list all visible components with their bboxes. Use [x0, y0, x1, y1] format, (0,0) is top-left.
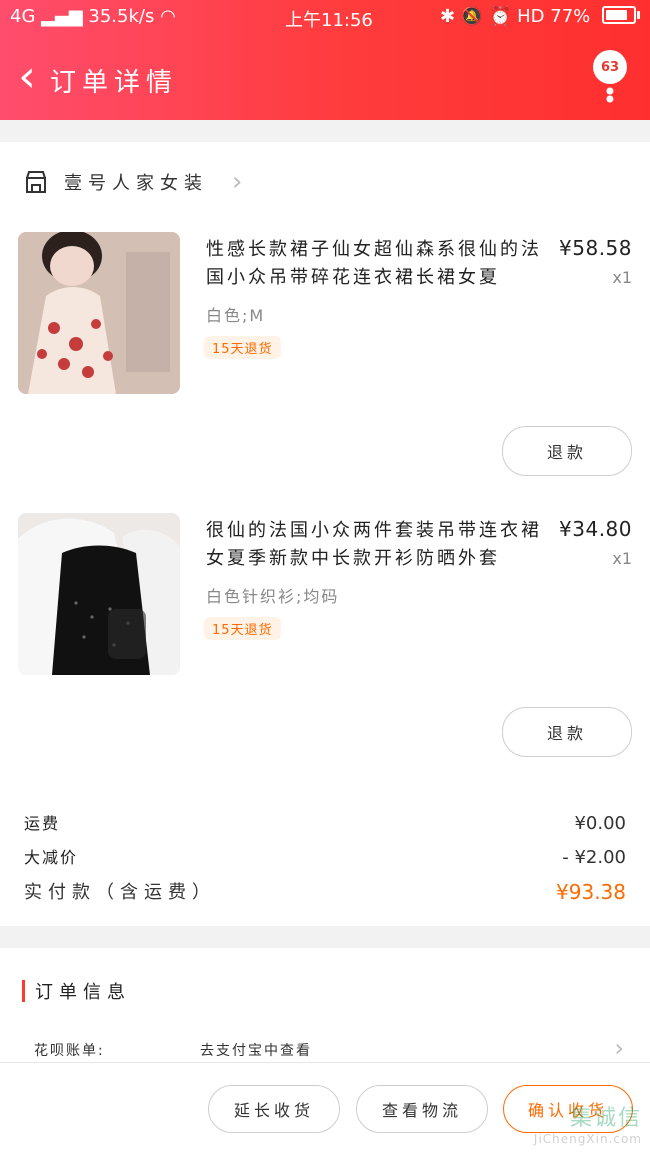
status-time: 上午11:56 [285, 10, 373, 31]
battery-fill [606, 10, 627, 20]
wifi-icon: ◠ [160, 6, 176, 27]
return-policy-badge: 15天退货 [204, 336, 281, 359]
more-menu-button[interactable]: 63 • • [588, 50, 632, 114]
return-policy-badge: 15天退货 [204, 617, 281, 640]
product-spec: 白色针织衫;均码 [206, 587, 340, 606]
order-products-panel: 壹号人家女装 › 性感长款裙子仙女超仙森系很仙的法国小众吊带碎花连衣裙长裙女夏 … [0, 142, 650, 926]
paid-row: 实付款（含运费） ¥93.38 [24, 878, 626, 904]
paid-label: 实付款（含运费） [24, 882, 216, 903]
order-item: 性感长款裙子仙女超仙森系很仙的法国小众吊带碎花连衣裙长裙女夏 白色;M 15天退… [0, 232, 650, 476]
product-title[interactable]: 很仙的法国小众两件套装吊带连衣裙女夏季新款中长款开衫防晒外套 [206, 517, 556, 573]
refund-button[interactable]: 退款 [502, 707, 632, 757]
back-chevron-icon[interactable]: ‹ [10, 54, 44, 100]
discount-value: - ¥2.00 [562, 847, 626, 868]
shipping-value: ¥0.00 [574, 813, 626, 834]
top-header: 4G ▂▄▆ 35.5k/s ◠ 上午11:56 ✱ 🔕 ⏰ HD 77% ‹ … [0, 0, 650, 120]
product-price: ¥58.58 [559, 236, 632, 260]
product-quantity: x1 [612, 268, 632, 287]
view-logistics-button[interactable]: 查看物流 [356, 1085, 488, 1133]
more-dots-icon: • • [602, 78, 618, 114]
discount-row: 大减价 - ¥2.00 [24, 844, 626, 868]
paid-value: ¥93.38 [556, 880, 626, 904]
order-item: 很仙的法国小众两件套装吊带连衣裙女夏季新款中长款开衫防晒外套 白色针织衫;均码 … [0, 513, 650, 757]
store-icon [22, 168, 50, 196]
product-quantity: x1 [612, 549, 632, 568]
product-price: ¥34.80 [559, 517, 632, 541]
signal-icon: ▂▄▆ [41, 6, 83, 27]
product-title[interactable]: 性感长款裙子仙女超仙森系很仙的法国小众吊带碎花连衣裙长裙女夏 [206, 236, 556, 292]
huabei-bill-label: 花呗账单: [34, 1043, 105, 1059]
shipping-label: 运费 [24, 814, 61, 833]
order-summary: 运费 ¥0.00 大减价 - ¥2.00 实付款（含运费） ¥93.38 [0, 802, 650, 912]
alarm-icon: ⏰ [488, 6, 512, 27]
huabei-bill-value: 去支付宝中查看 [200, 1043, 312, 1059]
page-title: 订单详情 [50, 68, 179, 98]
discount-label: 大减价 [24, 848, 79, 867]
product-image[interactable] [18, 232, 180, 394]
network-speed: 35.5k/s [88, 6, 155, 27]
shop-row[interactable]: 壹号人家女装 › [22, 162, 242, 202]
shipping-row: 运费 ¥0.00 [24, 810, 626, 834]
chevron-right-icon: › [232, 167, 243, 197]
battery-icon [602, 6, 640, 24]
section-accent-bar [22, 980, 25, 1002]
shop-name: 壹号人家女装 [64, 173, 208, 194]
confirm-receipt-button[interactable]: 确认收货 [503, 1085, 633, 1133]
order-info-title-text: 订单信息 [35, 982, 131, 1003]
product-spec: 白色;M [206, 306, 266, 325]
bottom-action-bar: 延长收货 查看物流 确认收货 集诚信 JiChengXin.com [0, 1062, 650, 1156]
refund-button[interactable]: 退款 [502, 426, 632, 476]
order-info-title: 订单信息 [22, 978, 131, 1004]
status-left: 4G ▂▄▆ 35.5k/s ◠ [10, 6, 176, 27]
product-image[interactable] [18, 513, 180, 675]
network-type: 4G [10, 6, 36, 27]
nav-bar: ‹ 订单详情 63 • • [0, 40, 650, 120]
mute-icon: 🔕 [460, 6, 484, 27]
bluetooth-icon: ✱ [439, 6, 456, 27]
watermark-url: JiChengXin.com [533, 1132, 642, 1146]
hd-icon: HD [517, 6, 545, 27]
battery-percent: 77% [550, 6, 591, 27]
extend-receipt-button[interactable]: 延长收货 [208, 1085, 340, 1133]
chevron-right-icon: › [614, 1034, 626, 1062]
status-right: ✱ 🔕 ⏰ HD 77% [439, 6, 640, 27]
status-bar: 4G ▂▄▆ 35.5k/s ◠ 上午11:56 ✱ 🔕 ⏰ HD 77% [0, 0, 650, 34]
